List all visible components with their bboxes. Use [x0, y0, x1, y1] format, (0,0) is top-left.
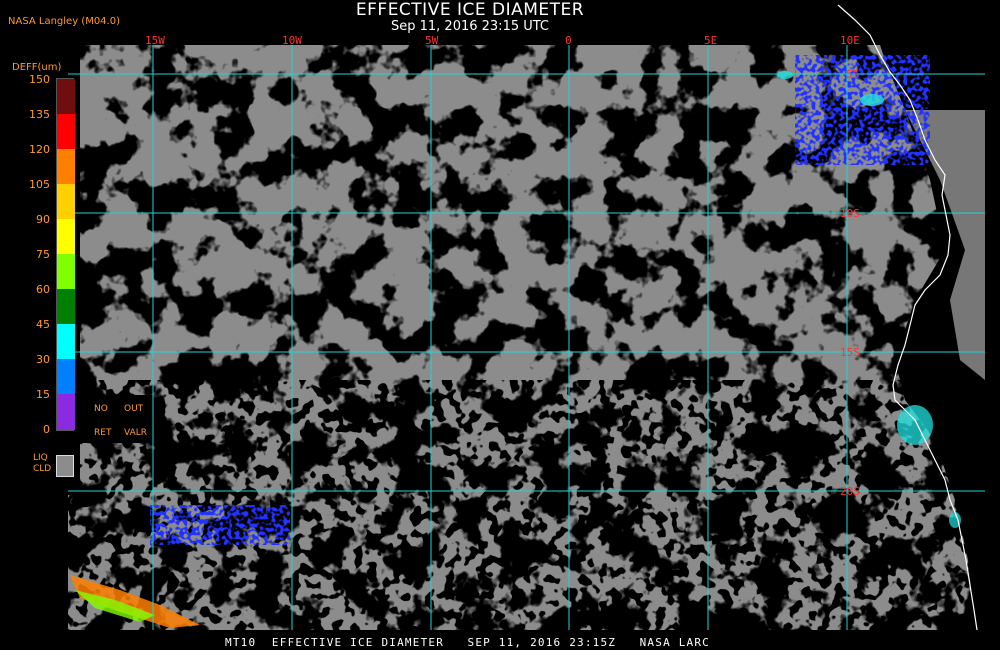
lon-label-5e: 5E: [704, 34, 717, 47]
liquid-cloud-label: CLD: [33, 464, 52, 474]
liquid-cloud-swatch: [56, 455, 74, 477]
no-retrieval-label: NO: [94, 404, 108, 414]
legend-tick: 90: [36, 213, 50, 226]
lon-label-5w: 5W: [425, 34, 439, 47]
legend-tick: 75: [36, 248, 50, 261]
footer-caption: MT10 EFFECTIVE ICE DIAMETER SEP 11, 2016…: [225, 636, 710, 649]
producer-label: NASA Langley (M04.0): [8, 16, 120, 27]
out-of-range-label: OUT: [124, 404, 144, 414]
legend-tick: 120: [29, 143, 50, 156]
satellite-map: 15W 10W 5W 0 5E 10E 5S 10S 15S 20S: [68, 4, 985, 631]
legend-swatch: [57, 149, 75, 184]
cloud-field: [68, 45, 985, 630]
legend-tick: 45: [36, 318, 50, 331]
lon-label-0: 0: [565, 34, 572, 47]
legend-swatch: [57, 184, 75, 219]
lon-label-15w: 15W: [145, 34, 165, 47]
legend-colorbar: [56, 78, 75, 431]
map-timestamp: Sep 11, 2016 23:15 UTC: [390, 19, 550, 34]
lat-label-5s: 5S: [846, 68, 859, 81]
lat-label-20s: 20S: [840, 485, 860, 498]
out-of-range-label: VALR: [124, 428, 148, 438]
map-title: EFFECTIVE ICE DIAMETER: [355, 0, 585, 20]
legend-swatch: [57, 254, 75, 289]
liquid-cloud-label: LIQ: [33, 453, 48, 463]
lon-label-10w: 10W: [282, 34, 302, 47]
legend-tick: 30: [36, 353, 50, 366]
lat-label-15s: 15S: [840, 346, 860, 359]
legend-swatch: [57, 324, 75, 359]
legend-swatch: [57, 79, 75, 114]
legend-tick: 135: [29, 108, 50, 121]
legend-tick: 105: [29, 178, 50, 191]
legend-swatch: [57, 394, 75, 430]
lon-label-10e: 10E: [840, 34, 860, 47]
no-retrieval-label: RET: [94, 428, 112, 438]
legend-swatch: [57, 289, 75, 324]
legend-tick: 60: [36, 283, 50, 296]
lat-label-10s: 10S: [840, 207, 860, 220]
legend-swatch: [57, 359, 75, 394]
legend-tick: 0: [43, 423, 50, 436]
legend-swatch: [57, 114, 75, 149]
legend-title: DEFF(um): [12, 62, 62, 73]
legend-tick: 150: [29, 73, 50, 86]
legend-tick: 15: [36, 388, 50, 401]
legend-swatch: [57, 219, 75, 254]
